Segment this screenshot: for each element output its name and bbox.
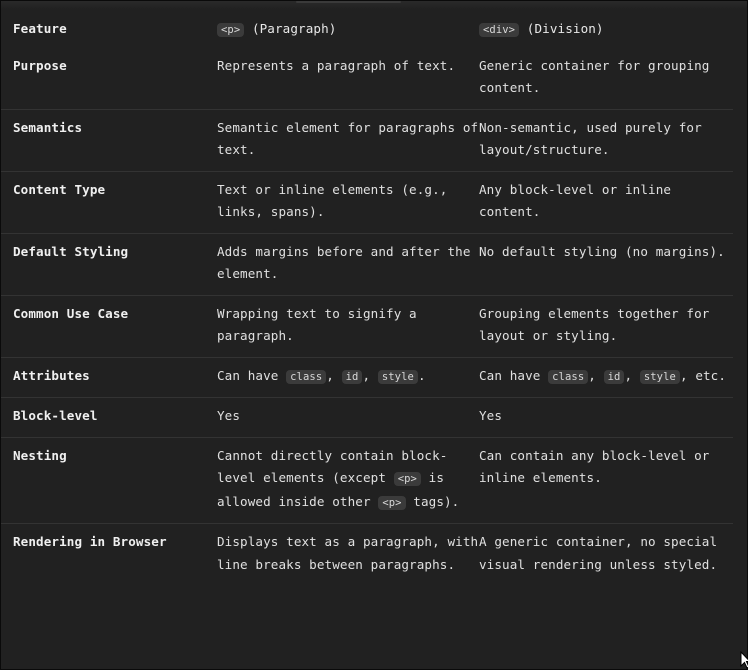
- row-div-cell: Yes: [479, 408, 503, 423]
- row-feature: Attributes: [13, 367, 90, 383]
- row-div-cell: A generic container, no special visual r…: [479, 534, 718, 572]
- row-div-cell: Grouping elements together for layout or…: [479, 305, 710, 344]
- text-fragment: ,: [588, 367, 604, 383]
- header-p-code: <p>: [217, 23, 245, 37]
- inline-code: style: [639, 369, 680, 384]
- table-row: Purpose Represents a paragraph of text. …: [1, 48, 733, 109]
- table-row: Semantics Semantic element for paragraph…: [1, 109, 733, 171]
- row-feature: Block-level: [13, 408, 98, 423]
- table-row: Default Styling Adds margins before and …: [1, 233, 733, 295]
- row-feature: Rendering in Browser: [13, 534, 167, 549]
- row-p-cell: Displays text as a paragraph, with line …: [217, 534, 479, 572]
- row-div-cell: Can have class, id, style, etc.: [479, 357, 733, 398]
- row-feature: Nesting: [13, 447, 67, 463]
- table-header-row: Feature <p> (Paragraph) <div> (Division): [1, 9, 733, 48]
- text-fragment: tags).: [405, 493, 460, 509]
- row-p-cell: Represents a paragraph of text.: [217, 57, 456, 73]
- table-row: Rendering in Browser Displays text as a …: [1, 524, 733, 586]
- header-feature: Feature: [13, 21, 67, 36]
- row-div-cell: Non-semantic, used purely for layout/str…: [479, 119, 702, 158]
- row-div-cell: No default styling (no margins).: [479, 243, 725, 259]
- inline-code: class: [286, 369, 327, 384]
- window-frame: Feature <p> (Paragraph) <div> (Division)…: [0, 0, 748, 670]
- header-p-label: (Paragraph): [244, 21, 337, 36]
- inline-code: style: [377, 369, 418, 384]
- table-row: Common Use Case Wrapping text to signify…: [1, 295, 733, 357]
- row-p-cell: Can have class, id, style.: [217, 357, 479, 398]
- table-row: Block-level Yes Yes: [1, 398, 733, 437]
- table-row: Attributes Can have class, id, style. Ca…: [1, 357, 733, 398]
- comparison-table: Feature <p> (Paragraph) <div> (Division)…: [1, 9, 733, 585]
- header-div-label: (Division): [519, 21, 604, 36]
- header-div-code: <div>: [479, 23, 520, 37]
- inline-code: class: [548, 369, 589, 384]
- row-p-cell: Yes: [217, 408, 241, 423]
- row-feature: Purpose: [13, 57, 67, 73]
- header-division: <div> (Division): [479, 9, 733, 48]
- text-fragment: ,: [326, 367, 342, 383]
- row-feature: Common Use Case: [13, 305, 129, 321]
- row-p-cell: Adds margins before and after the elemen…: [217, 243, 471, 282]
- row-p-cell: Text or inline elements (e.g., links, sp…: [217, 181, 448, 220]
- top-divider: [1, 1, 747, 9]
- table-row: Nesting Cannot directly contain block-le…: [1, 437, 733, 524]
- inline-code: id: [341, 369, 363, 384]
- row-div-cell: Any block-level or inline content.: [479, 181, 672, 220]
- row-p-cell: Semantic element for paragraphs of text.: [217, 119, 479, 158]
- inline-code: <p>: [393, 472, 421, 486]
- text-fragment: Can have: [479, 367, 549, 383]
- row-div-cell: Can contain any block-level or inline el…: [479, 447, 710, 486]
- row-feature: Default Styling: [13, 243, 129, 259]
- row-p-cell: Cannot directly contain block-level elem…: [217, 437, 479, 524]
- inline-code: id: [603, 369, 625, 384]
- table-row: Content Type Text or inline elements (e.…: [1, 171, 733, 233]
- header-paragraph: <p> (Paragraph): [217, 9, 479, 48]
- row-p-cell: Wrapping text to signify a paragraph.: [217, 305, 417, 344]
- text-fragment: .: [417, 367, 426, 383]
- mouse-cursor-icon: [740, 651, 748, 669]
- row-feature: Content Type: [13, 181, 106, 197]
- text-fragment: ,: [624, 367, 640, 383]
- text-fragment: Can have: [217, 367, 287, 383]
- row-feature: Semantics: [13, 119, 83, 135]
- text-fragment: ,: [362, 367, 378, 383]
- row-div-cell: Generic container for grouping content.: [479, 57, 710, 96]
- text-fragment: , etc.: [679, 367, 727, 383]
- inline-code: <p>: [378, 495, 406, 510]
